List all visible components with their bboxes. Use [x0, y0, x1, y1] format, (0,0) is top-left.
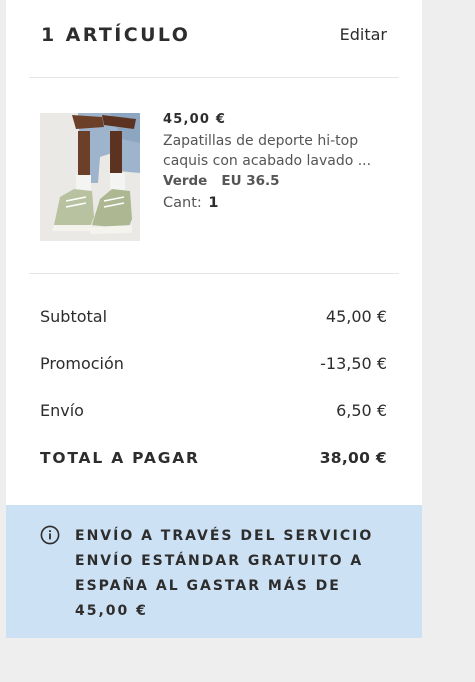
order-summary-card: 1 ARTÍCULO Editar 45,00 € Zapatillas de …: [6, 0, 422, 505]
shipping-info-text: ENVÍO A TRAVÉS DEL SERVICIO ENVÍO ESTÁND…: [75, 524, 395, 624]
edit-link[interactable]: Editar: [340, 25, 387, 44]
shipping-label: Envío: [40, 401, 84, 420]
product-thumbnail[interactable]: [40, 113, 140, 241]
total-value: 38,00 €: [319, 449, 387, 467]
product-price: 45,00 €: [163, 112, 227, 127]
divider: [29, 273, 399, 274]
product-details: 45,00 € Zapatillas de deporte hi-top caq…: [163, 112, 393, 211]
shipping-info-banner: ENVÍO A TRAVÉS DEL SERVICIO ENVÍO ESTÁND…: [6, 505, 422, 638]
subtotal-label: Subtotal: [40, 307, 108, 326]
product-name-line-2: caquis con acabado lavado ...: [163, 153, 372, 169]
quantity-value: 1: [208, 195, 219, 211]
shipping-row: Envío 6,50 €: [40, 401, 387, 420]
total-label: TOTAL A PAGAR: [40, 449, 200, 467]
product-color: Verde: [163, 173, 208, 189]
shipping-info-line-4: 45,00 €: [75, 603, 148, 619]
product-name[interactable]: Zapatillas de deporte hi-top caquis con …: [163, 131, 385, 171]
shipping-value: 6,50 €: [336, 401, 387, 420]
subtotal-value: 45,00 €: [325, 307, 387, 326]
subtotal-row: Subtotal 45,00 €: [40, 307, 387, 326]
promotion-label: Promoción: [40, 354, 124, 373]
total-row: TOTAL A PAGAR 38,00 €: [40, 449, 387, 467]
promotion-value: -13,50 €: [320, 354, 387, 373]
items-count-title: 1 ARTÍCULO: [41, 24, 191, 46]
promotion-row: Promoción -13,50 €: [40, 354, 387, 373]
product-name-line-1: Zapatillas de deporte hi-top: [163, 133, 359, 149]
shipping-info-line-3: ESPAÑA AL GASTAR MÁS DE: [75, 578, 341, 594]
info-icon: [40, 525, 60, 545]
product-image: [40, 113, 140, 241]
product-size: EU 36.5: [221, 173, 280, 189]
product-quantity: Cant: 1: [163, 195, 393, 211]
shipping-info-line-1: ENVÍO A TRAVÉS DEL SERVICIO: [75, 528, 374, 544]
quantity-label: Cant:: [163, 195, 202, 211]
shipping-info-line-2: ENVÍO ESTÁNDAR GRATUITO A: [75, 553, 364, 569]
divider: [29, 77, 399, 78]
product-attributes: Verde EU 36.5: [163, 173, 393, 189]
